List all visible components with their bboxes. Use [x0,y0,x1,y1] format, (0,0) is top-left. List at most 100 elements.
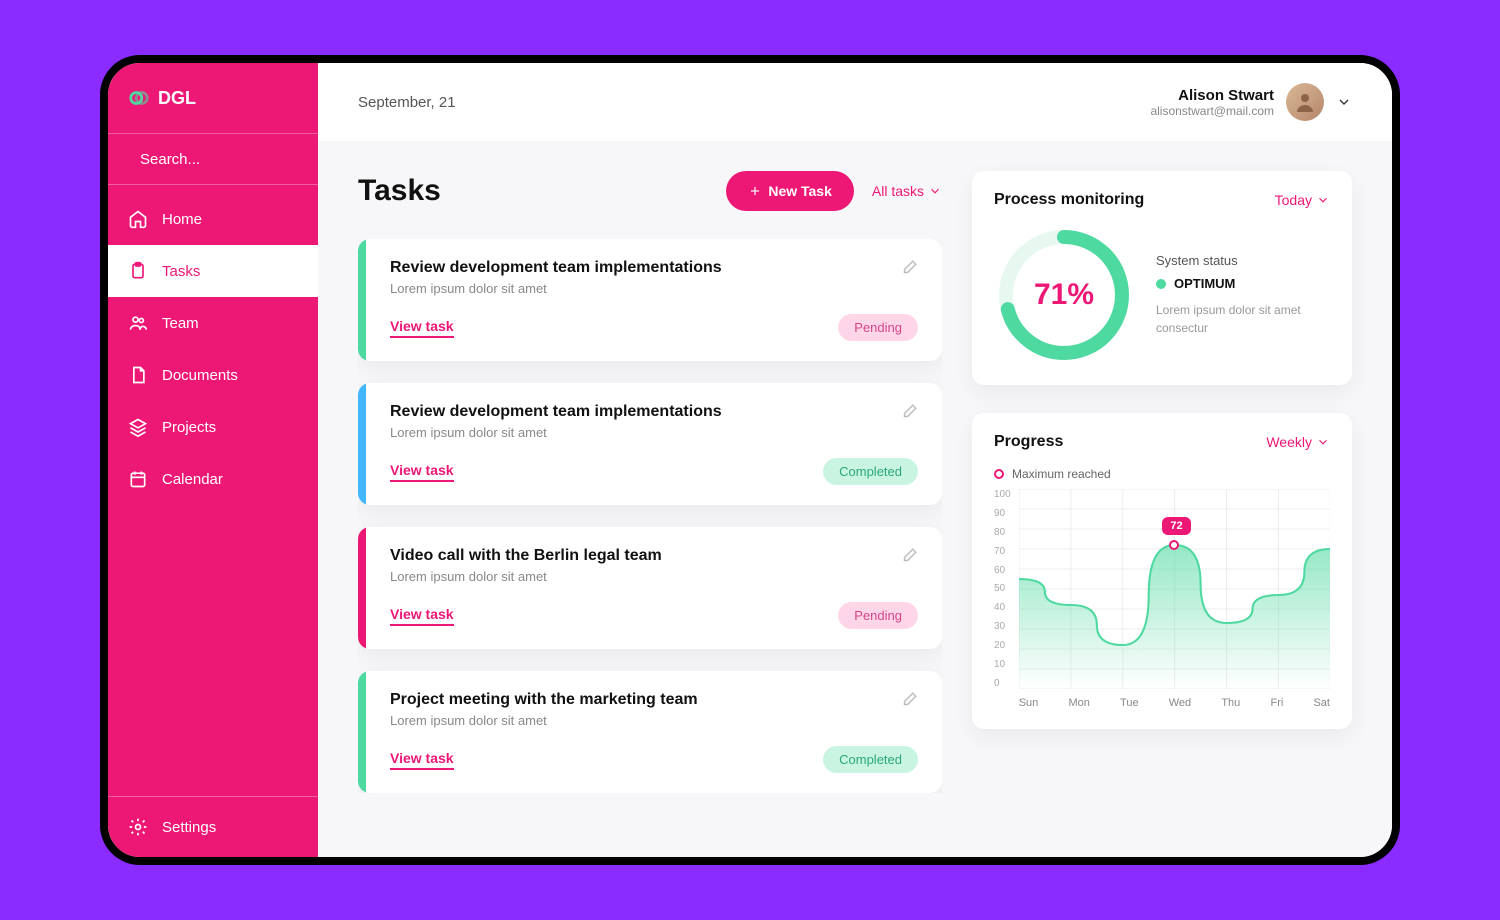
layers-icon [128,417,148,437]
brand-name: DGL [158,88,196,109]
status-label: System status [1156,253,1330,268]
sidebar-item-documents[interactable]: Documents [108,349,318,401]
x-tick: Sat [1313,697,1330,709]
sidebar-item-label: Documents [162,367,238,384]
new-task-button[interactable]: New Task [726,171,854,211]
edit-icon[interactable] [900,691,918,709]
search-input[interactable] [140,151,339,168]
task-stripe [358,239,366,361]
card-title: Process monitoring [994,191,1144,209]
y-tick: 60 [994,565,1011,576]
page-title: Tasks [358,174,708,208]
sidebar-item-label: Tasks [162,263,200,280]
task-card: Review development team implementations … [358,383,942,505]
edit-icon[interactable] [900,547,918,565]
user-menu[interactable]: Alison Stwart alisonstwart@mail.com [1150,83,1352,121]
task-stripe [358,527,366,649]
y-tick: 20 [994,640,1011,651]
sidebar-item-home[interactable]: Home [108,193,318,245]
view-task-link[interactable]: View task [390,462,454,482]
task-title: Review development team implementations [390,403,722,421]
task-list: Review development team implementations … [358,239,942,793]
progress-card: Progress Weekly Maximum reached 10090807… [972,413,1352,729]
task-subtitle: Lorem ipsum dolor sit amet [390,281,722,296]
sidebar-item-calendar[interactable]: Calendar [108,453,318,505]
y-tick: 100 [994,489,1011,500]
y-tick: 80 [994,527,1011,538]
calendar-icon [128,469,148,489]
y-tick: 90 [994,508,1011,519]
task-title: Video call with the Berlin legal team [390,547,662,565]
clipboard-icon [128,261,148,281]
status-badge: Pending [838,602,918,629]
topbar: September, 21 Alison Stwart alisonstwart… [318,63,1392,141]
x-tick: Fri [1270,697,1283,709]
current-date: September, 21 [358,94,456,111]
view-task-link[interactable]: View task [390,606,454,626]
task-title: Project meeting with the marketing team [390,691,698,709]
brand: DGL [108,63,318,133]
sidebar-item-team[interactable]: Team [108,297,318,349]
progress-chart: 1009080706050403020100 72 SunMonTueWedTh… [994,489,1330,709]
period-filter[interactable]: Today [1275,192,1330,208]
sidebar-item-label: Team [162,315,199,332]
y-tick: 40 [994,602,1011,613]
donut-chart: 71% [994,225,1134,365]
main: September, 21 Alison Stwart alisonstwart… [318,63,1392,857]
card-title: Progress [994,433,1063,451]
status-dot-icon [1156,279,1166,289]
filter-label: Today [1275,192,1312,208]
widgets-column: Process monitoring Today 71% [972,171,1352,827]
task-stripe [358,383,366,505]
chevron-down-icon [1316,193,1330,207]
user-meta: Alison Stwart alisonstwart@mail.com [1150,87,1274,118]
sidebar-item-label: Calendar [162,471,223,488]
sidebar-item-tasks[interactable]: Tasks [108,245,318,297]
chevron-down-icon [1316,435,1330,449]
content: Tasks New Task All tasks Review developm… [318,141,1392,857]
y-tick: 10 [994,659,1011,670]
sidebar-item-projects[interactable]: Projects [108,401,318,453]
status-badge: Pending [838,314,918,341]
tasks-header: Tasks New Task All tasks [358,171,942,211]
status-badge: Completed [823,458,918,485]
task-card: Video call with the Berlin legal team Lo… [358,527,942,649]
y-tick: 0 [994,678,1011,689]
view-task-link[interactable]: View task [390,318,454,338]
task-stripe [358,671,366,793]
sidebar-item-settings[interactable]: Settings [108,796,318,857]
view-task-link[interactable]: View task [390,750,454,770]
x-tick: Tue [1120,697,1139,709]
legend-label: Maximum reached [1012,467,1111,481]
x-tick: Thu [1221,697,1240,709]
avatar [1286,83,1324,121]
edit-icon[interactable] [900,259,918,277]
period-filter[interactable]: Weekly [1266,434,1330,450]
donut-percent: 71% [994,225,1134,365]
chart-legend: Maximum reached [994,467,1330,481]
x-axis: SunMonTueWedThuFriSat [1019,697,1330,709]
plus-icon [748,184,762,198]
legend-dot-icon [994,469,1004,479]
task-card: Review development team implementations … [358,239,942,361]
y-tick: 30 [994,621,1011,632]
x-tick: Wed [1169,697,1191,709]
search-row[interactable] [108,133,318,185]
document-icon [128,365,148,385]
home-icon [128,209,148,229]
sidebar: DGL Home Tasks Team Documents [108,63,318,857]
sidebar-item-label: Projects [162,419,216,436]
task-subtitle: Lorem ipsum dolor sit amet [390,425,722,440]
task-card: Project meeting with the marketing team … [358,671,942,793]
all-tasks-filter[interactable]: All tasks [872,183,942,199]
task-subtitle: Lorem ipsum dolor sit amet [390,569,662,584]
filter-label: Weekly [1266,434,1312,450]
gear-icon [128,817,148,837]
user-email: alisonstwart@mail.com [1150,104,1274,118]
nav: Home Tasks Team Documents Projects Calen… [108,193,318,796]
edit-icon[interactable] [900,403,918,421]
status-badge: Completed [823,746,918,773]
chevron-down-icon [1336,94,1352,110]
sidebar-item-label: Home [162,211,202,228]
logo-icon [128,87,150,109]
